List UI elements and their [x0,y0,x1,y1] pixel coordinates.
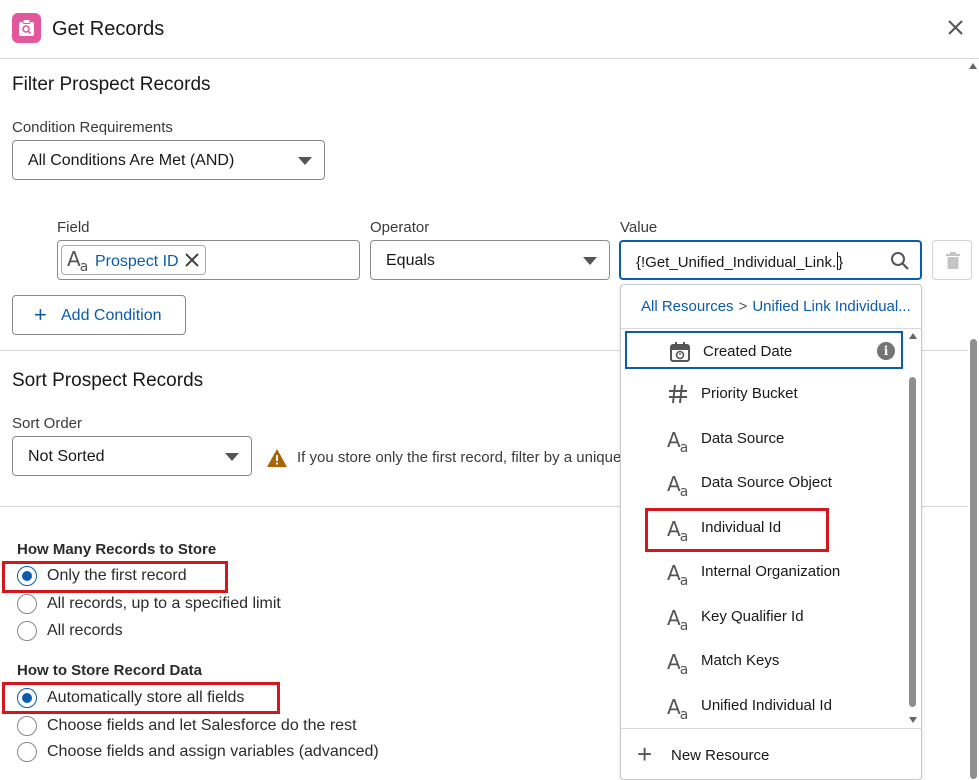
sort-order-select[interactable]: Not Sorted [12,436,252,476]
text-icon: Aa [667,472,689,500]
breadcrumb-current[interactable]: Unified Link Individual... [752,298,910,315]
plus-icon: + [637,739,653,769]
field-lookup[interactable]: Aa Prospect ID [57,240,360,280]
chevron-down-icon [583,257,597,265]
value-label: Value [620,219,658,236]
modal-title: Get Records [52,18,165,40]
plus-icon: + [34,302,47,327]
sort-order-value: Not Sorted [28,448,105,465]
highlight-box [2,561,228,593]
radio-button[interactable] [17,621,37,641]
operator-label: Operator [370,219,430,236]
info-icon[interactable]: i [877,342,895,360]
dropdown-divider [621,728,921,729]
scroll-down-arrow[interactable] [909,717,917,723]
calendar-icon [669,341,691,363]
text-icon: Aa [667,606,689,634]
resource-item-label: Internal Organization [701,563,841,580]
get-records-icon [12,13,41,43]
remove-pill-icon[interactable] [183,251,201,269]
resource-item-key-qualifier-id[interactable]: Aa Key Qualifier Id [625,598,903,636]
resource-item-unified-individual-id[interactable]: Aa Unified Individual Id [625,687,903,725]
radio-button[interactable] [17,716,37,736]
breadcrumb: All Resources > Unified Link Individual... [641,298,911,315]
text-icon: Aa [667,695,689,723]
scroll-up-arrow[interactable] [909,333,917,339]
resource-item-match-keys[interactable]: Aa Match Keys [625,642,903,680]
breadcrumb-separator: > [738,298,748,315]
how-many-records-title: How Many Records to Store [17,541,217,558]
scrollbar-thumb[interactable] [909,377,916,707]
text-icon: Aa [667,561,689,589]
radio-label: Choose fields and let Salesforce do the … [47,717,357,734]
resource-item-data-source[interactable]: Aa Data Source [625,420,903,458]
condition-requirements-select[interactable]: All Conditions Are Met (AND) [12,140,325,180]
text-icon: Aa [667,650,689,678]
trash-icon [946,252,960,269]
highlight-box [645,508,829,552]
resource-item-label: Unified Individual Id [701,697,832,714]
new-resource-label: New Resource [671,747,770,764]
scroll-up-arrow[interactable] [969,63,977,69]
resource-item-priority-bucket[interactable]: Priority Bucket [625,375,903,413]
chevron-down-icon [298,157,312,165]
resource-item-internal-organization[interactable]: Aa Internal Organization [625,553,903,591]
field-pill[interactable]: Aa Prospect ID [61,245,206,275]
breadcrumb-all-resources[interactable]: All Resources [641,298,734,315]
radio-button[interactable] [17,742,37,762]
delete-condition-button[interactable] [932,240,972,280]
close-icon[interactable] [946,18,966,38]
radio-label: All records, up to a specified limit [47,595,281,612]
resource-item-label: Match Keys [701,652,780,669]
field-pill-label: Prospect ID [95,253,179,270]
radio-label: Choose fields and assign variables (adva… [47,743,379,760]
add-condition-button[interactable]: + Add Condition [12,295,186,335]
add-condition-label: Add Condition [61,307,162,324]
resource-item-label: Data Source Object [701,474,832,491]
scrollbar-thumb[interactable] [970,339,977,779]
condition-requirements-label: Condition Requirements [12,119,173,136]
dropdown-scrollbar[interactable] [908,331,918,725]
operator-value: Equals [386,252,435,269]
radio-label: All records [47,622,123,639]
condition-requirements-value: All Conditions Are Met (AND) [28,152,235,169]
new-resource-button[interactable]: + New Resource [621,737,921,777]
main-scrollbar[interactable] [968,59,979,780]
resource-item-label: Data Source [701,430,785,447]
sort-order-label: Sort Order [12,415,83,432]
resource-item-label: Key Qualifier Id [701,608,804,625]
highlight-box [2,682,280,714]
radio-button[interactable] [17,594,37,614]
resource-item-created-date[interactable]: Created Date i [625,331,903,369]
value-input-text: {!Get_Unified_Individual_Link.} [636,252,844,271]
sort-warning-text: If you store only the first record, filt… [297,449,622,466]
search-icon [890,251,910,276]
how-to-store-title: How to Store Record Data [17,662,203,679]
text-icon: Aa [667,428,689,456]
text-field-icon: Aa [67,247,89,275]
field-label: Field [57,219,90,236]
number-icon [667,383,689,405]
dropdown-divider [621,328,921,329]
resource-item-label: Priority Bucket [701,385,798,402]
sort-section-title: Sort Prospect Records [12,370,204,391]
filter-section-title: Filter Prospect Records [12,74,211,95]
operator-select[interactable]: Equals [370,240,610,280]
resource-item-data-source-object[interactable]: Aa Data Source Object [625,464,903,502]
warning-icon [266,448,288,473]
modal-header: Get Records [0,0,979,59]
resource-item-label: Created Date [703,343,793,360]
chevron-down-icon [225,453,239,461]
value-input[interactable]: {!Get_Unified_Individual_Link.} [619,240,922,280]
